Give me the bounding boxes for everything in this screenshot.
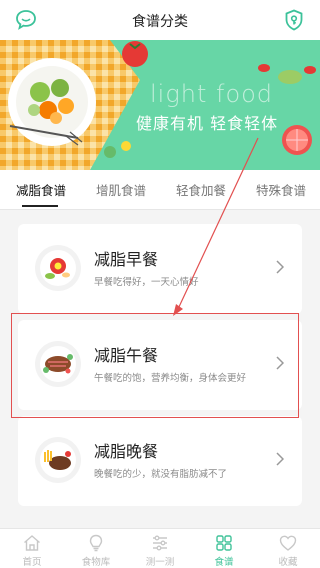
banner-en-text: light food xyxy=(150,80,274,108)
recipe-desc: 早餐吃得好，一天心情好 xyxy=(94,277,199,288)
nav-label: 首页 xyxy=(22,557,42,568)
nav-label: 食谱 xyxy=(214,557,234,568)
dinner-plate-icon xyxy=(35,437,81,483)
recipe-tabs: 减脂食谱 增肌食谱 轻食加餐 特殊食谱 xyxy=(0,170,320,210)
bulb-icon xyxy=(89,534,103,552)
recipe-card-breakfast[interactable]: 减脂早餐 早餐吃得好，一天心情好 xyxy=(18,224,302,314)
heart-icon xyxy=(279,535,297,551)
nav-label: 收藏 xyxy=(278,557,298,568)
recipe-desc: 晚餐吃的少，就没有脂肪减不了 xyxy=(94,469,228,480)
chevron-right-icon xyxy=(276,260,284,274)
tab-muscle-gain[interactable]: 增肌食谱 xyxy=(96,180,146,199)
chevron-right-icon xyxy=(276,452,284,466)
banner-slogan: 健康有机 轻食轻体 xyxy=(136,114,279,133)
tab-special[interactable]: 特殊食谱 xyxy=(256,180,306,199)
recipe-title: 减脂晚餐 xyxy=(94,442,159,461)
page-title: 食谱分类 xyxy=(132,14,188,30)
highlight-box xyxy=(11,313,299,418)
recipe-card-dinner[interactable]: 减脂晚餐 晚餐吃的少，就没有脂肪减不了 xyxy=(18,416,302,506)
nav-home[interactable]: 首页 xyxy=(0,531,64,568)
recipe-title: 减脂早餐 xyxy=(94,250,159,269)
header-bar: 食谱分类 xyxy=(0,0,320,40)
grid-icon xyxy=(216,535,232,551)
home-icon xyxy=(24,535,40,551)
tab-fat-loss[interactable]: 减脂食谱 xyxy=(16,180,66,199)
nav-label: 食物库 xyxy=(81,557,111,568)
nav-food-library[interactable]: 食物库 xyxy=(64,531,128,568)
tab-light-snack[interactable]: 轻食加餐 xyxy=(176,180,226,199)
active-tab-indicator xyxy=(22,205,58,207)
sliders-icon xyxy=(153,535,167,551)
nav-favorites[interactable]: 收藏 xyxy=(256,531,320,568)
nav-recipes[interactable]: 食谱 xyxy=(192,531,256,568)
nav-test[interactable]: 测一测 xyxy=(128,531,192,568)
breakfast-plate-icon xyxy=(35,245,81,291)
bottom-nav: 首页 食物库 测一测 食谱 收藏 xyxy=(0,528,320,568)
shield-icon[interactable] xyxy=(282,8,306,32)
nav-label: 测一测 xyxy=(145,557,175,568)
promo-banner[interactable]: light food 健康有机 轻食轻体 xyxy=(0,40,320,170)
